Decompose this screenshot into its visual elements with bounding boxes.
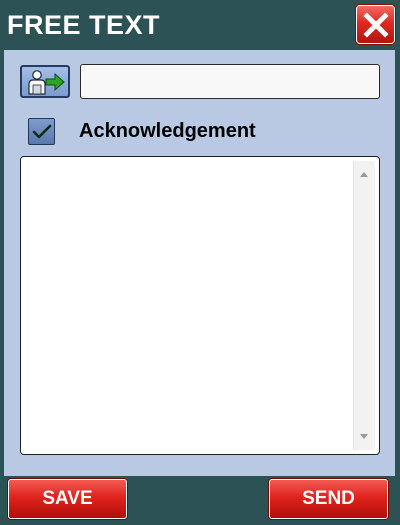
user-arrow-icon (28, 69, 65, 95)
acknowledgement-checkbox[interactable] (28, 118, 55, 145)
close-button[interactable] (356, 5, 395, 44)
close-x-icon (362, 11, 389, 38)
message-area (20, 156, 380, 455)
checkmark-icon (32, 124, 51, 138)
scroll-down-icon[interactable] (360, 434, 368, 439)
window-title: FREE TEXT (7, 10, 161, 40)
send-button[interactable]: SEND (269, 479, 388, 519)
scroll-up-icon[interactable] (360, 172, 368, 177)
free-text-panel: Acknowledgement (4, 50, 395, 476)
save-button[interactable]: SAVE (8, 479, 127, 519)
recipient-field[interactable] (80, 64, 380, 99)
acknowledgement-label: Acknowledgement (79, 120, 256, 142)
select-recipient-button[interactable] (20, 65, 70, 98)
message-textarea[interactable] (21, 157, 351, 454)
title-bar: FREE TEXT (0, 0, 400, 50)
message-scrollbar[interactable] (353, 161, 375, 450)
